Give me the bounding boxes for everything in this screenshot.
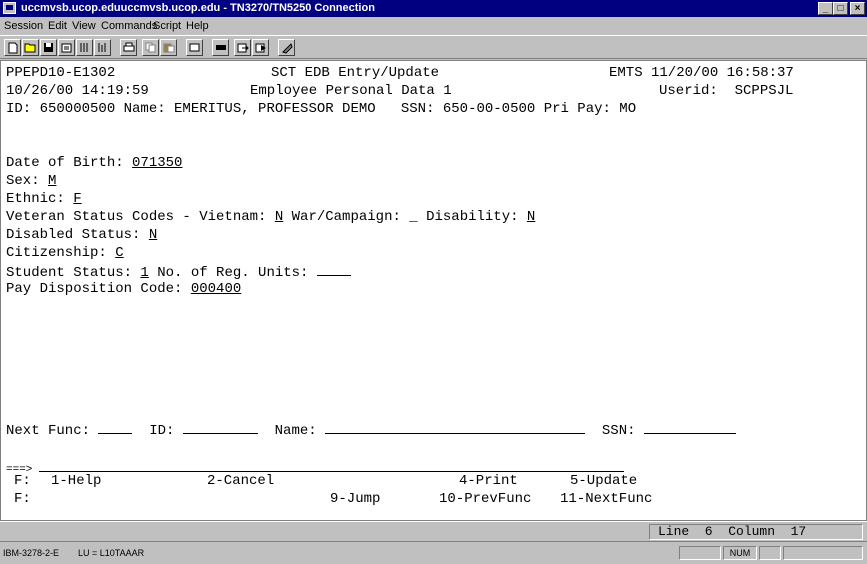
title-bar: uccmvsb.ucop.eduuccmvsb.ucop.edu - TN327… — [0, 0, 867, 17]
vietnam-field[interactable]: N — [275, 209, 283, 225]
play-icon[interactable] — [252, 39, 269, 56]
f1-help[interactable]: 1-Help — [51, 473, 101, 489]
sex-field[interactable]: M — [48, 173, 56, 189]
status-bar: IBM-3278-2-E LU = L10TAAAR NUM — [0, 541, 867, 564]
dob-field[interactable]: 071350 — [132, 155, 182, 171]
student-field[interactable]: 1 — [140, 265, 148, 281]
fkeys-label-2: F: — [14, 491, 31, 507]
record-datetime: 10/26/00 14:19:59 — [6, 83, 149, 99]
f5-update[interactable]: 5-Update — [570, 473, 637, 489]
cursor-status-bar: Line 6 Column 17 — [0, 521, 867, 541]
keyboard-icon[interactable] — [212, 39, 229, 56]
system-datetime: EMTS 11/20/00 16:58:37 — [609, 65, 794, 81]
menu-view[interactable]: View — [72, 20, 96, 32]
pay-disposition-field[interactable]: 000400 — [191, 281, 241, 297]
pay-disposition-label: Pay Disposition Code: — [6, 281, 191, 297]
employee-id-line: ID: 650000500 Name: EMERITUS, PROFESSOR … — [6, 101, 637, 117]
disability-field[interactable]: N — [527, 209, 535, 225]
status-pane-3 — [759, 546, 781, 560]
userid: Userid: SCPPSJL — [659, 83, 794, 99]
disability-label: Disability: — [417, 209, 527, 225]
menu-edit[interactable]: Edit — [48, 20, 67, 32]
citizenship-label: Citizenship: — [6, 245, 116, 261]
receive-icon[interactable] — [94, 39, 111, 56]
header-line-1: PPEPD10-E1302 SCT EDB Entry/Update EMTS 11… — [6, 65, 794, 81]
clear-icon[interactable] — [186, 39, 203, 56]
status-pane-1 — [679, 546, 721, 560]
new-icon[interactable] — [4, 39, 21, 56]
window-title: uccmvsb.ucop.eduuccmvsb.ucop.edu - TN327… — [21, 2, 375, 14]
menu-script[interactable]: Script — [153, 20, 181, 32]
fkeys-row-1: F: 1-Help 2-Cancel 4-Print 5-Update — [14, 473, 637, 489]
student-label: Student Status: — [6, 265, 141, 281]
next-func-field[interactable] — [98, 421, 133, 434]
ethnic-field[interactable]: F — [73, 191, 81, 207]
f4-print[interactable]: 4-Print — [459, 473, 518, 489]
next-func-label: Next Func: — [6, 423, 99, 439]
f2-cancel[interactable]: 2-Cancel — [207, 473, 274, 489]
dob-row: Date of Birth: 071350 — [6, 155, 182, 171]
paste-icon[interactable] — [160, 39, 177, 56]
maximize-button[interactable]: □ — [833, 2, 848, 15]
next-ssn-label: SSN: — [601, 423, 644, 439]
terminal-screen[interactable]: PPEPD10-E1302 SCT EDB Entry/Update EMTS 11… — [0, 60, 867, 521]
header-line-2: 10/26/00 14:19:59 Employee Personal Data … — [6, 83, 793, 99]
disabled-field[interactable]: N — [149, 227, 157, 243]
war-campaign-label: War/Campaign: — [283, 209, 410, 225]
status-pane-4 — [783, 546, 863, 560]
window-controls: _ □ × — [818, 2, 865, 15]
screen-subtitle: Employee Personal Data 1 — [250, 83, 452, 99]
minimize-button[interactable]: _ — [818, 2, 833, 15]
citizenship-row: Citizenship: C — [6, 245, 124, 261]
menu-commands[interactable]: Commands — [101, 20, 157, 32]
properties-icon[interactable] — [58, 39, 75, 56]
screen-id: PPEPD10-E1302 — [6, 65, 116, 81]
save-icon[interactable] — [40, 39, 57, 56]
dob-label: Date of Birth: — [6, 155, 133, 171]
copy-icon[interactable] — [142, 39, 159, 56]
ethnic-label: Ethnic: — [6, 191, 74, 207]
command-field[interactable] — [39, 459, 625, 472]
next-func-row: Next Func: ID: Name: SSN: — [6, 421, 736, 439]
ethnic-row: Ethnic: F — [6, 191, 82, 207]
num-lock-indicator: NUM — [723, 546, 757, 560]
lu-name: LU = L10TAAAR — [78, 548, 145, 558]
war-campaign-field[interactable]: _ — [409, 209, 417, 225]
reg-units-field[interactable] — [316, 263, 351, 276]
next-id-field[interactable] — [182, 421, 258, 434]
send-icon[interactable] — [76, 39, 93, 56]
menu-help[interactable]: Help — [186, 20, 209, 32]
cursor-position: Line 6 Column 17 — [649, 524, 863, 540]
open-icon[interactable] — [22, 39, 39, 56]
print-icon[interactable] — [120, 39, 137, 56]
menu-bar: Session Edit View Commands Script Help — [0, 17, 867, 35]
reg-units-label: No. of Reg. Units: — [148, 265, 317, 281]
citizenship-field[interactable]: C — [115, 245, 123, 261]
terminal-app-icon[interactable] — [3, 2, 16, 14]
fkeys-label-1: F: — [14, 473, 31, 489]
disabled-label: Disabled Status: — [6, 227, 149, 243]
f9-jump[interactable]: 9-Jump — [330, 491, 380, 507]
sex-row: Sex: M — [6, 173, 56, 189]
toolbar — [0, 35, 867, 59]
student-row: Student Status: 1 No. of Reg. Units: — [6, 263, 351, 281]
f10-prevfunc[interactable]: 10-PrevFunc — [439, 491, 531, 507]
close-button[interactable]: × — [850, 2, 865, 15]
veteran-row: Veteran Status Codes - Vietnam: N War/Ca… — [6, 209, 535, 225]
screen-title: SCT EDB Entry/Update — [271, 65, 440, 81]
next-id-label: ID: — [149, 423, 183, 439]
next-name-label: Name: — [274, 423, 326, 439]
sex-label: Sex: — [6, 173, 49, 189]
menu-session[interactable]: Session — [4, 20, 43, 32]
terminal-type: IBM-3278-2-E — [3, 548, 60, 558]
next-name-field[interactable] — [325, 421, 586, 434]
next-ssn-field[interactable] — [643, 421, 736, 434]
f11-nextfunc[interactable]: 11-NextFunc — [560, 491, 652, 507]
fkeys-row-2: F: 9-Jump 10-PrevFunc 11-NextFunc — [14, 491, 652, 507]
pay-disposition-row: Pay Disposition Code: 000400 — [6, 281, 241, 297]
veteran-label: Veteran Status Codes - Vietnam: — [6, 209, 275, 225]
macro-icon[interactable] — [234, 39, 251, 56]
stop-icon[interactable] — [278, 39, 295, 56]
disabled-row: Disabled Status: N — [6, 227, 157, 243]
